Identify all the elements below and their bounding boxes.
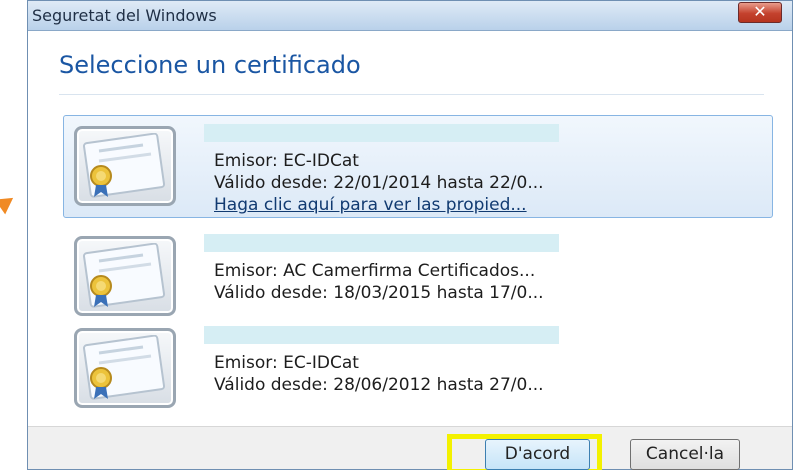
annotation-arrow-icon [0,190,19,215]
certificate-icon [74,328,176,408]
certificate-issuer: Emisor: EC-IDCat [214,353,359,373]
certificate-item-2[interactable]: Emisor: AC Camerfirma Certificados... Vá… [63,225,773,316]
certificate-icon [74,236,176,316]
certificate-item-3[interactable]: Emisor: EC-IDCat Válido desde: 28/06/201… [63,317,773,408]
certificate-item-1[interactable]: Emisor: EC-IDCat Válido desde: 22/01/201… [63,115,773,218]
heading-divider [59,94,764,95]
redacted-certificate-name [204,326,559,344]
redacted-certificate-name [204,234,559,252]
dialog-heading: Seleccione un certificado [59,51,361,79]
cancel-button[interactable]: Cancel·la [630,439,740,470]
certificate-validity: Válido desde: 18/03/2015 hasta 17/0... [214,283,544,303]
certificate-issuer: Emisor: AC Camerfirma Certificados... [214,261,536,281]
screenshot-canvas: Seguretat del Windows ✕ Seleccione un ce… [0,0,793,470]
close-icon: ✕ [753,2,767,21]
ok-button[interactable]: D'acord [485,439,590,470]
certificate-issuer: Emisor: EC-IDCat [214,151,359,171]
certificate-icon [74,126,176,206]
window-title: Seguretat del Windows [32,6,217,25]
certificate-validity: Válido desde: 22/01/2014 hasta 22/0... [214,173,544,193]
redacted-certificate-name [204,124,559,142]
certificate-properties-link[interactable]: Haga clic aquí para ver las propied... [214,194,527,216]
close-button[interactable]: ✕ [738,2,782,23]
certificate-validity: Válido desde: 28/06/2012 hasta 27/0... [214,375,544,395]
window-titlebar: Seguretat del Windows ✕ [28,1,792,31]
certificate-selection-dialog: Seguretat del Windows ✕ Seleccione un ce… [27,0,793,470]
